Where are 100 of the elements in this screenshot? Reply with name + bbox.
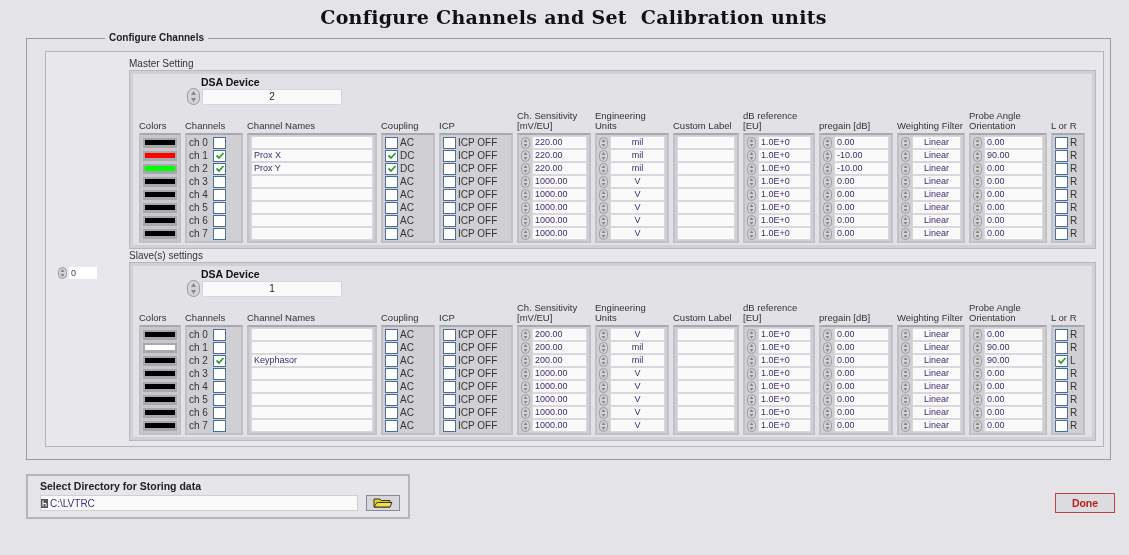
spin-button[interactable] [901, 149, 910, 162]
checkbox[interactable] [385, 406, 398, 419]
spin-button[interactable] [521, 354, 530, 367]
value-field[interactable]: Linear [912, 149, 961, 162]
channel-name-field[interactable] [251, 393, 373, 406]
spin-button[interactable] [973, 341, 982, 354]
value-field[interactable]: 1.0E+0 [758, 136, 811, 149]
spin-button[interactable] [901, 367, 910, 380]
value-field[interactable]: V [610, 406, 665, 419]
path-field[interactable]: C:\LVTRC [40, 495, 358, 511]
spin-button[interactable] [521, 406, 530, 419]
spin-button[interactable] [901, 354, 910, 367]
value-field[interactable]: V [610, 419, 665, 432]
checkbox[interactable] [213, 367, 226, 380]
spin-button[interactable] [747, 162, 756, 175]
spin-button[interactable] [823, 162, 832, 175]
checkbox[interactable] [1055, 136, 1068, 149]
value-field[interactable]: Linear [912, 162, 961, 175]
checkbox[interactable] [213, 380, 226, 393]
checkbox[interactable] [443, 328, 456, 341]
spin-button[interactable] [747, 380, 756, 393]
value-field[interactable]: 0.00 [834, 188, 889, 201]
spin-button[interactable] [823, 328, 832, 341]
spin-button[interactable] [599, 341, 608, 354]
custom-label-field[interactable] [677, 136, 735, 149]
custom-label-field[interactable] [677, 162, 735, 175]
spin-button[interactable] [747, 406, 756, 419]
value-field[interactable]: V [610, 367, 665, 380]
checkbox[interactable] [385, 328, 398, 341]
value-field[interactable]: 1000.00 [532, 188, 587, 201]
checkbox[interactable] [1055, 201, 1068, 214]
checkbox[interactable] [385, 380, 398, 393]
checkbox[interactable] [385, 201, 398, 214]
value-field[interactable]: 0.00 [834, 354, 889, 367]
channel-name-field[interactable] [251, 380, 373, 393]
spin-button[interactable] [823, 149, 832, 162]
checkbox[interactable] [443, 149, 456, 162]
spin-button[interactable] [747, 419, 756, 432]
value-field[interactable]: Linear [912, 136, 961, 149]
value-field[interactable]: 200.00 [532, 328, 587, 341]
checkbox[interactable] [1055, 149, 1068, 162]
checkbox[interactable] [385, 419, 398, 432]
spin-button[interactable] [823, 419, 832, 432]
spin-button[interactable] [58, 267, 67, 279]
spin-button[interactable] [973, 419, 982, 432]
spin-button[interactable] [823, 227, 832, 240]
value-field[interactable]: 200.00 [532, 354, 587, 367]
value-field[interactable]: V [610, 201, 665, 214]
value-field[interactable]: Linear [912, 328, 961, 341]
value-field[interactable]: 1.0E+0 [758, 162, 811, 175]
value-field[interactable]: 0.00 [834, 380, 889, 393]
value-field[interactable]: V [610, 328, 665, 341]
checkbox[interactable] [1055, 406, 1068, 419]
value-field[interactable]: Linear [912, 188, 961, 201]
spin-button[interactable] [521, 419, 530, 432]
spin-button[interactable] [521, 162, 530, 175]
value-field[interactable]: Linear [912, 406, 961, 419]
spin-button[interactable] [521, 328, 530, 341]
channel-name-field[interactable]: Keyphasor [251, 354, 373, 367]
value-field[interactable]: 0.00 [984, 380, 1043, 393]
value-field[interactable]: 0.00 [984, 214, 1043, 227]
browse-button[interactable] [366, 495, 400, 511]
custom-label-field[interactable] [677, 227, 735, 240]
channel-name-field[interactable] [251, 328, 373, 341]
value-field[interactable]: -10.00 [834, 162, 889, 175]
checkbox[interactable] [443, 393, 456, 406]
checkbox[interactable] [385, 393, 398, 406]
spin-button[interactable] [599, 227, 608, 240]
custom-label-field[interactable] [677, 367, 735, 380]
value-field[interactable]: 1.0E+0 [758, 328, 811, 341]
spin-button[interactable] [901, 419, 910, 432]
value-field[interactable]: 1.0E+0 [758, 201, 811, 214]
value-field[interactable]: 0.00 [984, 136, 1043, 149]
spin-button[interactable] [973, 136, 982, 149]
spin-button[interactable] [599, 328, 608, 341]
custom-label-field[interactable] [677, 149, 735, 162]
spin-button[interactable] [823, 380, 832, 393]
spin-button[interactable] [521, 393, 530, 406]
spin-button[interactable] [973, 380, 982, 393]
checkbox[interactable] [443, 380, 456, 393]
spin-button[interactable] [823, 175, 832, 188]
checkbox[interactable] [443, 406, 456, 419]
value-field[interactable]: 0.00 [834, 136, 889, 149]
value-field[interactable]: 1.0E+0 [758, 419, 811, 432]
value-field[interactable]: 0.00 [834, 227, 889, 240]
checkbox[interactable] [213, 393, 226, 406]
checkbox[interactable] [385, 175, 398, 188]
checkbox[interactable] [385, 162, 398, 175]
spin-button[interactable] [823, 201, 832, 214]
checkbox[interactable] [1055, 367, 1068, 380]
spin-button[interactable] [973, 227, 982, 240]
value-field[interactable]: mil [610, 136, 665, 149]
value-field[interactable]: Linear [912, 380, 961, 393]
checkbox[interactable] [1055, 341, 1068, 354]
spin-button[interactable] [823, 188, 832, 201]
spin-button[interactable] [747, 149, 756, 162]
value-field[interactable]: 1.0E+0 [758, 227, 811, 240]
value-field[interactable]: 1.0E+0 [758, 406, 811, 419]
value-field[interactable]: Linear [912, 393, 961, 406]
value-field[interactable]: 0.00 [984, 393, 1043, 406]
